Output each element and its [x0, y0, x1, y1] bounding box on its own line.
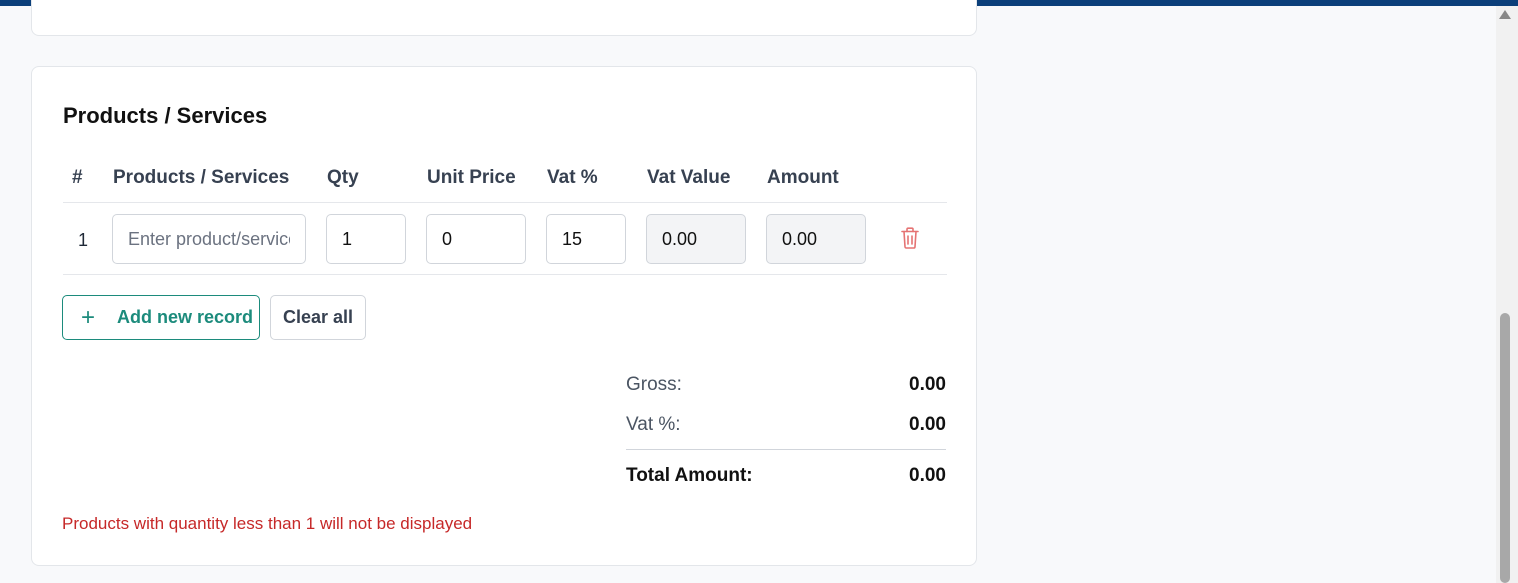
row-index: 1	[78, 230, 89, 250]
vat-summary-label: Vat %:	[626, 414, 681, 435]
header-index: #	[72, 167, 83, 188]
header-unit-price: Unit Price	[427, 167, 516, 188]
products-services-card: Products / Services # Products / Service…	[31, 66, 977, 566]
qty-input[interactable]	[326, 214, 406, 264]
add-new-record-label: Add new record	[117, 307, 254, 327]
total-amount-value: 0.00	[909, 465, 946, 486]
summary-divider	[626, 449, 946, 450]
header-divider	[63, 202, 947, 203]
total-amount-label: Total Amount:	[626, 465, 753, 486]
header-vat-pct: Vat %	[547, 167, 598, 188]
vat-value-field	[646, 214, 746, 264]
header-qty: Qty	[327, 167, 359, 188]
section-title: Products / Services	[63, 103, 268, 128]
trash-icon[interactable]	[901, 227, 921, 251]
clear-all-button[interactable]: Clear all	[270, 295, 366, 340]
header-product: Products / Services	[113, 167, 290, 188]
scroll-up-arrow-icon[interactable]	[1499, 10, 1511, 19]
vat-pct-input[interactable]	[546, 214, 626, 264]
quantity-warning: Products with quantity less than 1 will …	[62, 514, 473, 533]
vat-summary-value: 0.00	[909, 414, 946, 435]
previous-section-card	[31, 0, 977, 36]
gross-value: 0.00	[909, 374, 946, 395]
product-input[interactable]	[112, 214, 306, 264]
table-header: # Products / Services Qty Unit Price Vat…	[32, 167, 978, 203]
unit-price-input[interactable]	[426, 214, 526, 264]
row-divider	[63, 274, 947, 275]
header-amount: Amount	[767, 167, 839, 188]
scrollbar-thumb[interactable]	[1500, 313, 1510, 583]
gross-label: Gross:	[626, 374, 682, 395]
amount-field	[766, 214, 866, 264]
add-new-record-button[interactable]: + Add new record	[62, 295, 260, 340]
plus-icon: +	[81, 303, 96, 331]
header-vat-value: Vat Value	[647, 167, 731, 188]
